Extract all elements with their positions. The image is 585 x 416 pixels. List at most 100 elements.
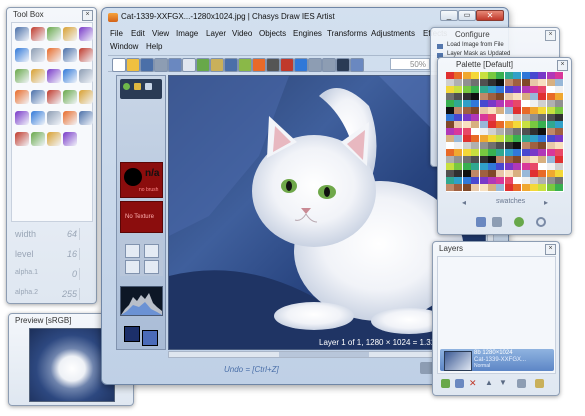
palette-swatch[interactable]: [504, 135, 513, 142]
palette-swatch[interactable]: [513, 163, 522, 170]
layer-new-icon[interactable]: [441, 379, 450, 388]
tool-button[interactable]: [125, 260, 140, 274]
palette-swatch[interactable]: [513, 107, 522, 114]
palette-swatch[interactable]: [496, 149, 505, 156]
palette-swatch[interactable]: [496, 156, 505, 163]
palette-swatch[interactable]: [488, 79, 496, 86]
palette-swatch[interactable]: [530, 177, 538, 184]
minimize-button[interactable]: _: [440, 10, 458, 21]
curve-tool-icon[interactable]: [63, 27, 77, 41]
menu-layer[interactable]: Layer: [206, 29, 226, 38]
palette-swatch[interactable]: [538, 163, 547, 170]
palette-swatch[interactable]: [454, 107, 463, 114]
palette-swatch[interactable]: [555, 149, 564, 156]
palette-swatch[interactable]: [513, 72, 522, 79]
palette-swatch[interactable]: [471, 135, 480, 142]
palette-swatch[interactable]: [538, 177, 547, 184]
palette-swatch[interactable]: [513, 142, 522, 149]
palette-swatch[interactable]: [496, 79, 505, 86]
palette-swatch[interactable]: [521, 128, 530, 135]
toolbar-tool-icon[interactable]: [140, 58, 154, 72]
palette-swatch[interactable]: [504, 163, 513, 170]
gradient-tool-icon[interactable]: [15, 111, 29, 125]
palette-swatch[interactable]: [462, 86, 471, 93]
palette-swatch[interactable]: [479, 72, 488, 79]
palette-swatch[interactable]: [504, 121, 513, 128]
palette-swatch[interactable]: [496, 72, 505, 79]
secondary-color[interactable]: [142, 330, 158, 346]
palette-swatch[interactable]: [479, 121, 488, 128]
palette-swatch[interactable]: [446, 135, 454, 142]
palette-swatch[interactable]: [530, 72, 538, 79]
gear-tool-icon[interactable]: [31, 132, 45, 146]
close-button[interactable]: ✕: [476, 10, 504, 21]
palette-swatch[interactable]: [446, 86, 454, 93]
palette-swatch[interactable]: [555, 128, 564, 135]
palette-swatch[interactable]: [454, 149, 463, 156]
palette-swatch[interactable]: [504, 107, 513, 114]
palette-swatch[interactable]: [454, 79, 463, 86]
palette-swatch[interactable]: [546, 156, 555, 163]
palette-swatch[interactable]: [504, 170, 513, 177]
nav-icon[interactable]: [134, 83, 141, 90]
menu-image[interactable]: Image: [176, 29, 198, 38]
menu-transforms[interactable]: Transforms: [327, 29, 367, 38]
toolbar-tool-icon[interactable]: [112, 58, 126, 72]
palette-swatch[interactable]: [471, 100, 480, 107]
palette-new-icon[interactable]: [476, 217, 486, 227]
palette-swatch[interactable]: [462, 156, 471, 163]
nav-controls[interactable]: [120, 79, 162, 99]
shape-tool-icon[interactable]: [63, 69, 77, 83]
layer-up-icon[interactable]: ▲: [485, 378, 493, 387]
palette-swatch[interactable]: [446, 184, 454, 191]
palette-swatch[interactable]: [454, 170, 463, 177]
palette-swatch[interactable]: [521, 121, 530, 128]
palette-swatch[interactable]: [521, 184, 530, 191]
palette-swatch[interactable]: [496, 163, 505, 170]
blur-tool-icon[interactable]: [15, 69, 29, 83]
toolbar-tool-icon[interactable]: [238, 58, 252, 72]
palette-swatch[interactable]: [546, 149, 555, 156]
palette-swatch[interactable]: [446, 107, 454, 114]
palette-swatch[interactable]: [555, 163, 564, 170]
palette-swatch[interactable]: [454, 156, 463, 163]
palette-swatch[interactable]: [521, 93, 530, 100]
palette-swatch[interactable]: [546, 142, 555, 149]
palette-swatch[interactable]: [471, 177, 480, 184]
palette-swatch[interactable]: [471, 79, 480, 86]
palette-swatch[interactable]: [504, 114, 513, 121]
toolbar-tool-icon[interactable]: [294, 58, 308, 72]
toolbar-tool-icon[interactable]: [168, 58, 182, 72]
palette-swatch[interactable]: [538, 156, 547, 163]
palette-swatch[interactable]: [471, 128, 480, 135]
palette-swatch[interactable]: [479, 170, 488, 177]
layer-item[interactable]: 8b 1280×1024 Cat-1339-XXFGX... Normal: [440, 349, 554, 371]
palette-swatch[interactable]: [530, 107, 538, 114]
palette-swatch[interactable]: [479, 163, 488, 170]
palette-swatch[interactable]: [504, 142, 513, 149]
toolbar-tool-icon[interactable]: [280, 58, 294, 72]
palette-swatch[interactable]: [446, 177, 454, 184]
palette-swatch[interactable]: [446, 72, 454, 79]
palette-swatch[interactable]: [513, 135, 522, 142]
crop-tool-icon[interactable]: [63, 90, 77, 104]
palette-swatch[interactable]: [488, 86, 496, 93]
palette-swatch[interactable]: [513, 128, 522, 135]
menu-objects[interactable]: Objects: [259, 29, 286, 38]
palette-swatch[interactable]: [530, 121, 538, 128]
palette-swatch[interactable]: [521, 100, 530, 107]
palette-swatch[interactable]: [488, 142, 496, 149]
palette-swatch[interactable]: [538, 149, 547, 156]
palette-swatch[interactable]: [488, 149, 496, 156]
palette-swatch[interactable]: [504, 184, 513, 191]
layer-delete-icon[interactable]: ✕: [469, 378, 477, 388]
primary-color[interactable]: [124, 326, 140, 342]
color-swatch-pair[interactable]: [120, 324, 163, 346]
palette-swatch[interactable]: [471, 93, 480, 100]
palette-swatch[interactable]: [462, 79, 471, 86]
palette-swatch[interactable]: [479, 100, 488, 107]
toolbar-tool-icon[interactable]: [196, 58, 210, 72]
param-level[interactable]: level 16: [13, 246, 87, 262]
magic-wand-tool-icon[interactable]: [31, 90, 45, 104]
palette-swatch[interactable]: [496, 177, 505, 184]
